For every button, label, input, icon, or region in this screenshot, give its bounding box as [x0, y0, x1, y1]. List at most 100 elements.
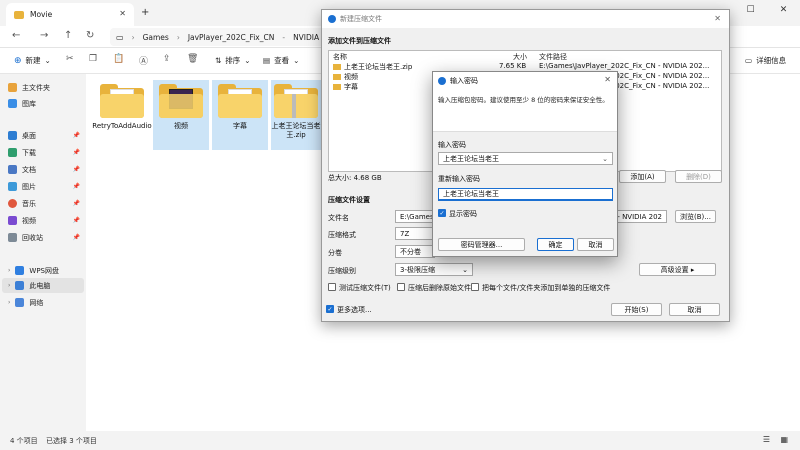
- rename-icon[interactable]: Ⓐ: [139, 54, 148, 67]
- desktop-icon: [8, 131, 17, 140]
- delete-after-checkbox[interactable]: [397, 283, 405, 291]
- forward-icon[interactable]: →: [40, 30, 48, 41]
- sidebar-item-wps-drive[interactable]: › WPS网盘: [8, 263, 84, 278]
- sidebar-item-label: 网络: [29, 298, 44, 307]
- sidebar-item-network[interactable]: › 网络: [8, 295, 84, 310]
- tab-movie[interactable]: Movie ✕: [6, 3, 134, 26]
- file-name: RetryToAddAudio: [92, 122, 152, 130]
- sidebar-item-recycle-bin[interactable]: 回收站 📌: [8, 230, 84, 245]
- copy-icon[interactable]: ❐: [89, 54, 97, 64]
- password-cancel-button[interactable]: 取消: [577, 238, 614, 251]
- sidebar-item-videos[interactable]: 视频 📌: [8, 213, 84, 228]
- more-options-label[interactable]: 更多选项...: [337, 305, 372, 315]
- sidebar-item-gallery[interactable]: 图库: [8, 96, 84, 111]
- details-view-icon[interactable]: ☰: [763, 435, 770, 444]
- level-select[interactable]: 3-极限压缩 ⌄: [395, 263, 473, 276]
- maximize-icon[interactable]: ☐: [734, 0, 767, 20]
- document-icon: [8, 165, 17, 174]
- sidebar-item-music[interactable]: 音乐 📌: [8, 196, 84, 211]
- share-icon[interactable]: ⇪: [163, 54, 171, 64]
- pc-icon: ▭: [116, 32, 124, 42]
- cut-icon[interactable]: ✂: [66, 54, 74, 64]
- file-item[interactable]: 视频: [153, 80, 209, 150]
- sidebar-item-desktop[interactable]: 桌面 📌: [8, 128, 84, 143]
- section-title: 添加文件到压缩文件: [328, 37, 391, 45]
- show-password-label[interactable]: 显示密码: [449, 209, 477, 219]
- address-bar[interactable]: ▭ › Games › JavPlayer_202C_Fix_CN - NVID…: [110, 28, 330, 46]
- pin-icon: 📌: [72, 217, 80, 224]
- breadcrumb-item[interactable]: JavPlayer_202C_Fix_CN: [188, 33, 275, 42]
- details-icon: ▭: [745, 56, 753, 65]
- separate-archives-checkbox[interactable]: [471, 283, 479, 291]
- breadcrumb-item[interactable]: Games: [143, 33, 169, 42]
- split-select[interactable]: 不分卷: [395, 245, 435, 258]
- delete-icon[interactable]: 🗑: [187, 54, 198, 64]
- view-button[interactable]: ▤ 查看 ⌄: [263, 55, 299, 66]
- refresh-icon[interactable]: ↻: [86, 30, 94, 41]
- column-header-size[interactable]: 大小: [513, 52, 527, 62]
- close-tab-icon[interactable]: ✕: [119, 9, 126, 18]
- new-tab-icon[interactable]: +: [141, 7, 149, 18]
- pin-icon: 📌: [72, 234, 80, 241]
- file-item[interactable]: 字幕: [212, 80, 268, 150]
- browse-button[interactable]: 浏览(B)...: [675, 210, 716, 223]
- reenter-password-field[interactable]: 上老王论坛当老王: [438, 188, 613, 201]
- file-item[interactable]: 上老王论坛当老王.zip: [271, 80, 321, 150]
- cancel-button[interactable]: 取消: [669, 303, 720, 316]
- folder-icon: [333, 74, 341, 80]
- details-button[interactable]: ▭ 详细信息: [745, 55, 786, 66]
- sidebar-item-this-pc[interactable]: › 此电脑: [2, 278, 84, 293]
- cloud-drive-icon: [15, 266, 25, 275]
- up-icon[interactable]: ↑: [64, 30, 72, 41]
- start-button[interactable]: 开始(S): [611, 303, 662, 316]
- chevron-right-icon: ›: [8, 299, 11, 306]
- sidebar-item-label: 下载: [22, 148, 36, 157]
- sidebar-item-pictures[interactable]: 图片 📌: [8, 179, 84, 194]
- tiles-view-icon[interactable]: ▦: [780, 435, 788, 444]
- reenter-password-value: 上老王论坛当老王: [443, 190, 499, 198]
- show-password-checkbox[interactable]: ✓: [438, 209, 446, 217]
- more-options-toggle[interactable]: ✓: [326, 305, 334, 313]
- back-icon[interactable]: ←: [12, 30, 20, 41]
- format-select[interactable]: 7Z: [395, 227, 435, 240]
- test-archive-label[interactable]: 测试压缩文件(T): [339, 283, 391, 293]
- chevron-down-icon[interactable]: ⌄: [602, 155, 608, 163]
- file-name: 字幕: [233, 122, 247, 130]
- column-header-path[interactable]: 文件路径: [539, 52, 567, 62]
- new-button[interactable]: ⊕ 新建 ⌄: [14, 55, 51, 66]
- status-bar: 4 个项目 已选择 3 个项目 ☰ ▦: [0, 431, 800, 450]
- chevron-down-icon: ⌄: [293, 56, 300, 65]
- chevron-down-icon: ⌄: [244, 56, 251, 65]
- delete-button[interactable]: 删除(D): [675, 170, 722, 183]
- sidebar-item-label: 音乐: [22, 199, 36, 208]
- folder-icon: [100, 84, 144, 118]
- close-icon[interactable]: ✕: [604, 75, 611, 84]
- chevron-right-icon: ›: [8, 267, 11, 274]
- file-item[interactable]: RetryToAddAudio: [92, 80, 152, 150]
- sidebar-item-home[interactable]: 主文件夹: [8, 80, 84, 95]
- total-size: 总大小: 4.68 GB: [328, 174, 382, 182]
- delete-after-label[interactable]: 压缩后删除原始文件: [408, 283, 471, 293]
- row-name: 字幕: [344, 83, 358, 91]
- file-name: 上老王论坛当老王.zip: [271, 122, 321, 139]
- password-manager-button[interactable]: 密码管理器...: [438, 238, 525, 251]
- close-window-icon[interactable]: ✕: [767, 0, 800, 20]
- column-header-name[interactable]: 名称: [333, 52, 347, 62]
- file-name: 视频: [174, 122, 188, 130]
- test-archive-checkbox[interactable]: [328, 283, 336, 291]
- enter-password-field[interactable]: 上老王论坛当老王 ⌄: [438, 152, 613, 165]
- advanced-settings-button[interactable]: 高级设置 ▸: [639, 263, 716, 276]
- ok-button[interactable]: 确定: [537, 238, 574, 251]
- paste-icon[interactable]: 📋: [113, 54, 124, 64]
- close-icon[interactable]: ✕: [714, 14, 721, 23]
- sidebar-item-downloads[interactable]: 下载 📌: [8, 145, 84, 160]
- sidebar-item-documents[interactable]: 文档 📌: [8, 162, 84, 177]
- folder-icon: [333, 84, 341, 90]
- folder-icon: [333, 64, 341, 70]
- separate-archives-label[interactable]: 把每个文件/文件夹添加到单独的压缩文件: [482, 283, 610, 293]
- password-description: 输入压缩包密码。建议使用至少 8 位的密码来保证安全性。: [433, 89, 617, 132]
- sidebar-item-label: 桌面: [22, 131, 36, 140]
- section-title: 压缩文件设置: [328, 196, 370, 204]
- add-button[interactable]: 添加(A): [619, 170, 666, 183]
- sort-button[interactable]: ⇅ 排序 ⌄: [215, 55, 251, 66]
